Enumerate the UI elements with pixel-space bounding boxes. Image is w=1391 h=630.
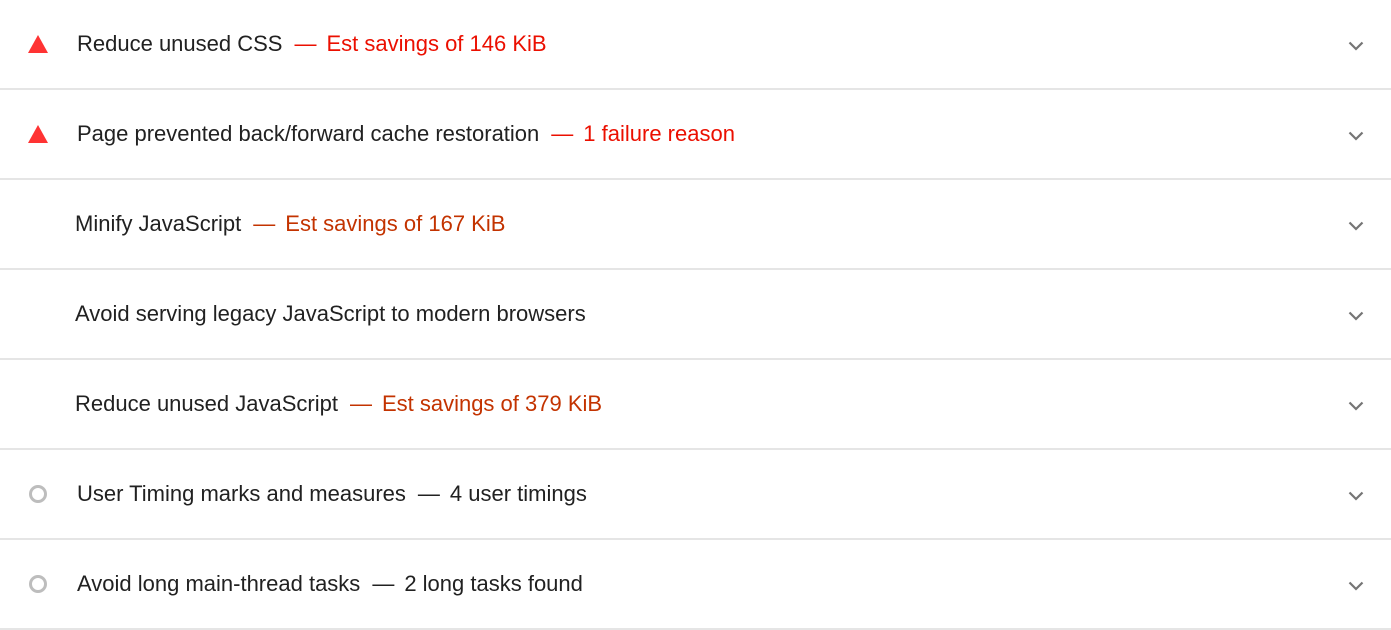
info-circle-icon bbox=[28, 484, 50, 504]
audit-text: Avoid long main-thread tasks — 2 long task… bbox=[77, 568, 583, 600]
audit-display-value: Est savings of 167 KiB bbox=[285, 211, 506, 236]
audit-text: User Timing marks and measures — 4 user ti… bbox=[77, 478, 587, 510]
audit-dash: — bbox=[349, 391, 372, 416]
audit-display-value: Est savings of 379 KiB bbox=[381, 391, 603, 416]
audit-row-bfcache[interactable]: Page prevented back/forward cache restor… bbox=[0, 90, 1391, 180]
audit-display-value: Est savings of 146 KiB bbox=[326, 31, 547, 56]
audit-text: Reduce unused CSS — Est savings of 146 KiB bbox=[77, 28, 547, 60]
audit-dash: — bbox=[253, 211, 276, 236]
chevron-down-icon[interactable] bbox=[1348, 580, 1364, 592]
audit-title: Avoid long main-thread tasks bbox=[77, 571, 361, 596]
chevron-down-icon[interactable] bbox=[1348, 310, 1364, 322]
audit-dash: — bbox=[551, 121, 574, 146]
audit-title: Minify JavaScript bbox=[75, 211, 242, 236]
chevron-down-icon[interactable] bbox=[1348, 40, 1364, 52]
audit-title: User Timing marks and measures bbox=[77, 481, 406, 506]
audit-text: Reduce unused JavaScript — Est savings of … bbox=[75, 388, 602, 420]
audit-row-unused-css[interactable]: Reduce unused CSS — Est savings of 146 KiB bbox=[0, 0, 1391, 90]
audit-title: Reduce unused CSS bbox=[77, 31, 283, 56]
audit-title: Reduce unused JavaScript bbox=[75, 391, 338, 416]
audit-text: Minify JavaScript — Est savings of 167 KiB bbox=[75, 208, 505, 240]
fail-triangle-icon bbox=[28, 124, 50, 144]
audit-title: Page prevented back/forward cache restor… bbox=[77, 121, 540, 146]
audit-display-value: 2 long tasks found bbox=[404, 571, 583, 596]
audit-dash: — bbox=[294, 31, 317, 56]
audit-text: Avoid serving legacy JavaScript to moder… bbox=[75, 298, 586, 330]
audit-title: Avoid serving legacy JavaScript to moder… bbox=[75, 301, 586, 326]
chevron-down-icon[interactable] bbox=[1348, 400, 1364, 412]
chevron-down-icon[interactable] bbox=[1348, 220, 1364, 232]
audit-dash: — bbox=[372, 571, 395, 596]
audit-display-value: 4 user timings bbox=[449, 481, 587, 506]
audit-list: Reduce unused CSS — Est savings of 146 KiB… bbox=[0, 0, 1391, 630]
audit-row-minify-js[interactable]: Minify JavaScript — Est savings of 167 KiB bbox=[0, 180, 1391, 270]
audit-row-long-tasks[interactable]: Avoid long main-thread tasks — 2 long task… bbox=[0, 540, 1391, 630]
info-circle-icon bbox=[28, 574, 50, 594]
audit-row-unused-js[interactable]: Reduce unused JavaScript — Est savings of … bbox=[0, 360, 1391, 450]
audit-text: Page prevented back/forward cache restor… bbox=[77, 118, 735, 150]
chevron-down-icon[interactable] bbox=[1348, 130, 1364, 142]
audit-row-user-timings[interactable]: User Timing marks and measures — 4 user ti… bbox=[0, 450, 1391, 540]
audit-display-value: 1 failure reason bbox=[583, 121, 735, 146]
chevron-down-icon[interactable] bbox=[1348, 490, 1364, 502]
audit-row-legacy-js[interactable]: Avoid serving legacy JavaScript to moder… bbox=[0, 270, 1391, 360]
audit-dash: — bbox=[417, 481, 440, 506]
fail-triangle-icon bbox=[28, 34, 50, 54]
